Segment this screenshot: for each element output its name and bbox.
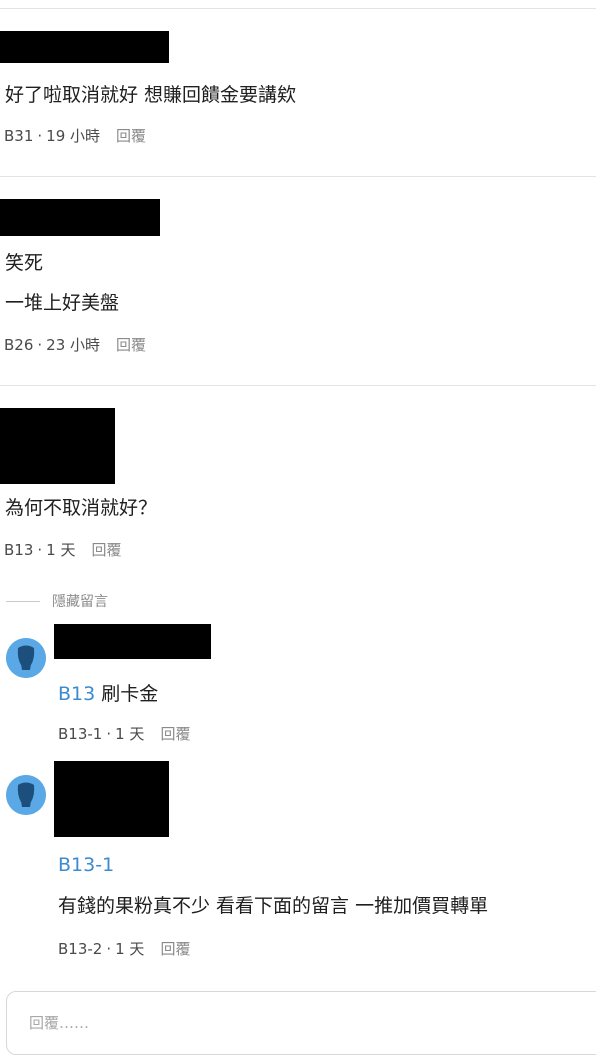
hide-replies-label: 隱藏留言 bbox=[52, 594, 108, 610]
toggle-dash bbox=[6, 600, 40, 602]
divider bbox=[0, 385, 596, 386]
floor-number: B13-1 bbox=[58, 725, 103, 743]
meta-separator: · bbox=[106, 725, 112, 743]
comment-time: 19 小時 bbox=[46, 127, 101, 145]
meta-separator: · bbox=[37, 541, 43, 559]
reply-input-box[interactable] bbox=[6, 991, 596, 1055]
comment-text-line-1: 笑死 bbox=[5, 252, 44, 274]
reply-input[interactable] bbox=[29, 1014, 587, 1032]
avatar[interactable] bbox=[6, 638, 46, 678]
comment-text: 好了啦取消就好 想賺回饋金要講欸 bbox=[5, 84, 297, 106]
redacted-username bbox=[0, 199, 160, 236]
comment-thread: 好了啦取消就好 想賺回饋金要講欸 B31 · 19 小時 回覆 笑死 一堆上好美盤 B… bbox=[0, 0, 596, 1060]
reply-body: 刷卡金 bbox=[101, 683, 159, 705]
reply-button[interactable]: 回覆 bbox=[160, 940, 190, 958]
comment-meta: B26 · 23 小時 回覆 bbox=[4, 335, 146, 355]
comment-text-line-2: 一堆上好美盤 bbox=[5, 292, 120, 314]
comment-time: 23 小時 bbox=[46, 336, 101, 354]
comment-time: 1 天 bbox=[46, 541, 76, 559]
reply-text: B13 刷卡金 bbox=[58, 681, 158, 707]
user-silhouette-icon bbox=[6, 638, 46, 678]
floor-number: B26 bbox=[4, 336, 34, 354]
reply-body: 有錢的果粉真不少 看看下面的留言 一推加價買轉單 bbox=[58, 895, 489, 917]
floor-number: B13-2 bbox=[58, 940, 103, 958]
avatar[interactable] bbox=[6, 775, 46, 815]
reply-to-floor-link[interactable]: B13 bbox=[58, 683, 95, 705]
reply-meta: B13-2 · 1 天回覆 bbox=[58, 939, 190, 959]
meta-separator: · bbox=[106, 940, 112, 958]
reply-button[interactable]: 回覆 bbox=[116, 336, 146, 354]
floor-number: B13 bbox=[4, 541, 34, 559]
reply-to-floor-link[interactable]: B13-1 bbox=[58, 852, 114, 878]
meta-separator: · bbox=[37, 127, 43, 145]
comment-text: 為何不取消就好？ bbox=[5, 497, 158, 519]
reply-time: 1 天 bbox=[115, 725, 145, 743]
redacted-username bbox=[0, 31, 169, 63]
comment-meta: B31 · 19 小時 回覆 bbox=[4, 126, 146, 146]
reply-button[interactable]: 回覆 bbox=[116, 127, 146, 145]
comment-meta: B13 · 1 天回覆 bbox=[4, 540, 122, 560]
reply-meta: B13-1 · 1 天回覆 bbox=[58, 724, 190, 744]
reply-button[interactable]: 回覆 bbox=[160, 725, 190, 743]
floor-number: B31 bbox=[4, 127, 34, 145]
divider bbox=[0, 176, 596, 177]
redacted-username bbox=[54, 761, 169, 837]
redacted-username bbox=[0, 408, 115, 484]
user-silhouette-icon bbox=[6, 775, 46, 815]
meta-separator: · bbox=[37, 336, 43, 354]
reply-button[interactable]: 回覆 bbox=[91, 541, 121, 559]
redacted-username bbox=[54, 624, 211, 659]
reply-time: 1 天 bbox=[115, 940, 145, 958]
divider bbox=[0, 8, 596, 9]
hide-replies-toggle[interactable]: 隱藏留言 bbox=[6, 590, 108, 612]
